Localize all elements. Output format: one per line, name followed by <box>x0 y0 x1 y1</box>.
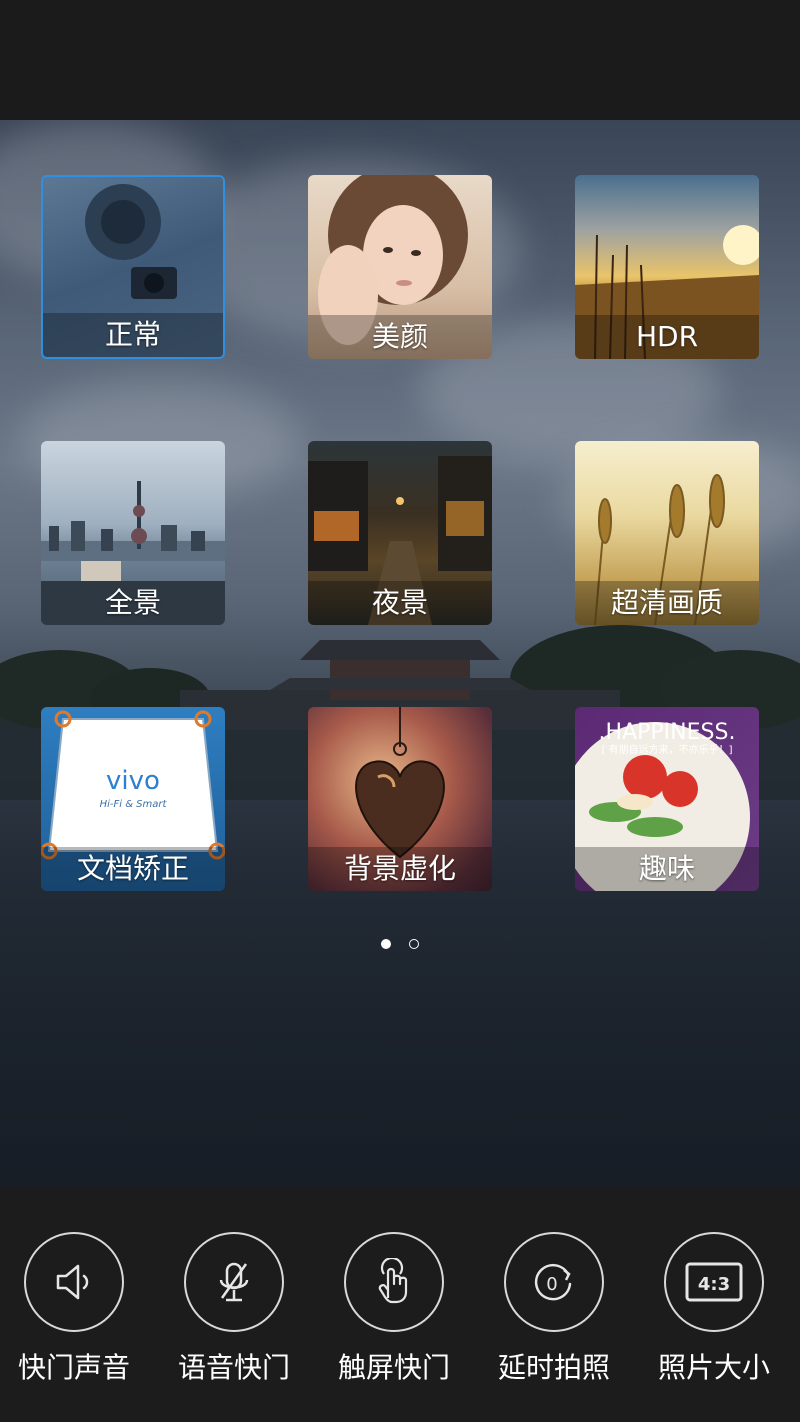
touch-shutter-toggle[interactable]: 触屏快门 <box>314 1232 474 1386</box>
mode-label: 夜景 <box>308 581 492 625</box>
mode-tile-bokeh[interactable]: 背景虚化 <box>308 707 492 891</box>
mode-label: 超清画质 <box>575 581 759 625</box>
mode-tile-normal[interactable]: 正常 <box>41 175 225 359</box>
mode-label: 正常 <box>43 313 223 357</box>
mode-tile-beauty[interactable]: 美颜 <box>308 175 492 359</box>
setting-label: 触屏快门 <box>337 1351 450 1384</box>
mode-label: 文档矫正 <box>41 847 225 891</box>
mode-label: 全景 <box>41 581 225 625</box>
mode-label: HDR <box>575 315 759 359</box>
top-status-area <box>0 0 800 120</box>
aspect-ratio-icon: 4:3 <box>685 1262 743 1302</box>
speaker-icon <box>56 1264 89 1300</box>
happiness-text: .HAPPINESS. <box>599 720 736 745</box>
voice-shutter-toggle[interactable]: 语音快门 <box>154 1232 314 1386</box>
mode-tile-ultra-hd[interactable]: 超清画质 <box>575 441 759 625</box>
shutter-sound-button[interactable] <box>24 1232 124 1332</box>
microphone-muted-icon <box>219 1262 249 1302</box>
setting-label: 延时拍照 <box>497 1351 610 1384</box>
timer-icon: 0 <box>534 1264 572 1301</box>
touch-shutter-button[interactable] <box>344 1232 444 1332</box>
mode-tile-hdr[interactable]: HDR <box>575 175 759 359</box>
mode-label: 趣味 <box>575 847 759 891</box>
mode-label: 背景虚化 <box>308 847 492 891</box>
setting-label: 照片大小 <box>657 1351 770 1384</box>
aspect-ratio-text: 4:3 <box>698 1274 730 1295</box>
shutter-sound-toggle[interactable]: 快门声音 <box>0 1232 154 1386</box>
settings-bar: 快门声音 语音快门 触屏快门 0 延时拍照 4:3 照片大小 <box>0 1188 800 1422</box>
photo-size-toggle[interactable]: 4:3 照片大小 <box>634 1232 794 1386</box>
timer-toggle[interactable]: 0 延时拍照 <box>474 1232 634 1386</box>
photo-size-button[interactable]: 4:3 <box>664 1232 764 1332</box>
svg-text:0: 0 <box>546 1274 557 1295</box>
voice-shutter-button[interactable] <box>184 1232 284 1332</box>
mode-tile-night[interactable]: 夜景 <box>308 441 492 625</box>
mode-tile-document[interactable]: vivo Hi-Fi & Smart 文档矫正 <box>41 707 225 891</box>
page-dot-inactive[interactable] <box>409 939 419 949</box>
vivo-logo-subtext: Hi-Fi & Smart <box>100 799 168 810</box>
mode-tile-panorama[interactable]: 全景 <box>41 441 225 625</box>
setting-label: 快门声音 <box>17 1351 130 1384</box>
page-indicator <box>0 934 800 950</box>
page-dot-active[interactable] <box>381 939 391 949</box>
timer-button[interactable]: 0 <box>504 1232 604 1332</box>
mode-tile-fun[interactable]: .HAPPINESS. [ 有朋自远方来，不亦乐乎！] 趣味 <box>575 707 759 891</box>
setting-label: 语音快门 <box>177 1351 290 1384</box>
camera-mode-screen: 正常 美颜 HDR 全景 夜景 超清画质 vivo Hi-Fi & Smart … <box>0 0 800 1422</box>
mode-label: 美颜 <box>308 315 492 359</box>
vivo-logo-text: vivo <box>106 766 160 796</box>
touch-hand-icon <box>378 1258 408 1304</box>
happiness-subtext: [ 有朋自远方来，不亦乐乎！] <box>602 743 733 756</box>
